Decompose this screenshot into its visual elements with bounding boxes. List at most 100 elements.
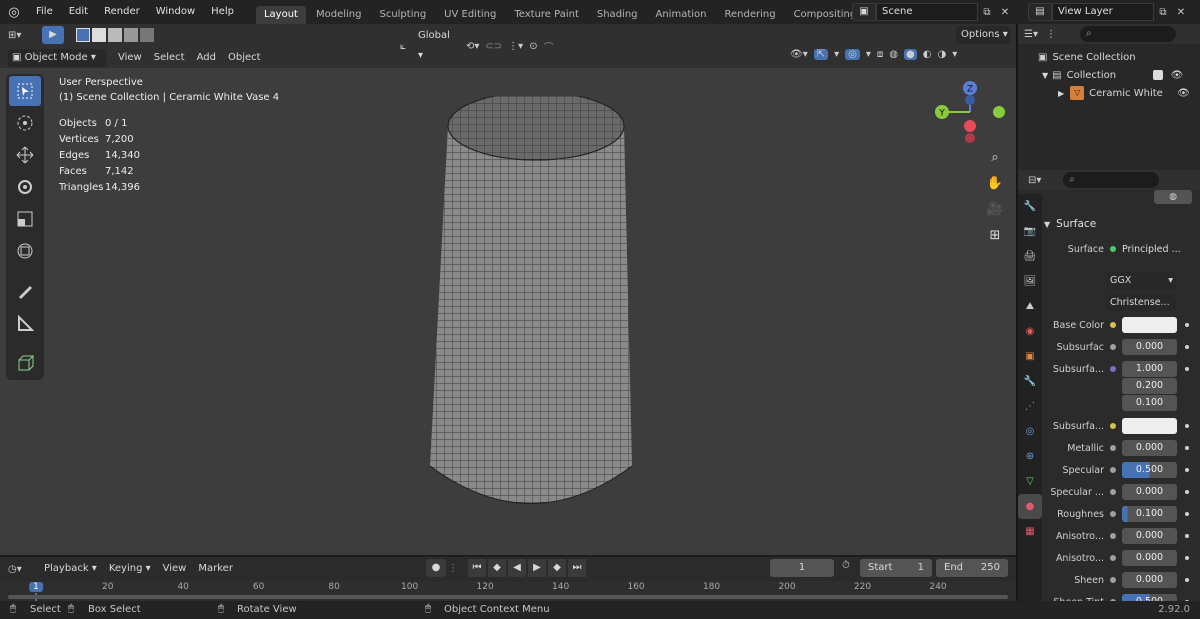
timeline-menu-marker[interactable]: Marker [192, 559, 239, 579]
property-value-field[interactable] [1122, 418, 1177, 434]
tab-animation[interactable]: Animation [648, 6, 715, 24]
camera-view-icon[interactable]: 🎥 [984, 202, 1006, 228]
record-icon[interactable]: ● [426, 559, 446, 577]
visibility-icon[interactable]: 👁▾ [790, 49, 808, 60]
tool-tab-icon[interactable]: 🔧 [1018, 194, 1042, 219]
property-value-field[interactable]: 0.000 [1122, 572, 1177, 588]
output-tab-icon[interactable]: 🖨 [1018, 244, 1042, 269]
timeline-scrollbar[interactable] [8, 595, 1008, 599]
timeline-menu-view[interactable]: View [157, 559, 193, 579]
gizmo-toggle-icon[interactable]: ⇱ [813, 49, 829, 60]
expand-collection-icon[interactable]: ▼ [1042, 71, 1048, 80]
outliner-search-field[interactable]: ⌕ [1079, 26, 1176, 42]
gizmo-dropdown-icon[interactable]: ▾ [834, 49, 839, 60]
remove-view-layer-icon[interactable]: ✕ [1172, 7, 1190, 18]
transform-orientation-dropdown[interactable]: Global ▾ [412, 26, 460, 66]
cursor-tool-icon[interactable] [9, 108, 41, 138]
socket-icon[interactable] [1110, 467, 1116, 473]
object-mode-dropdown[interactable]: ▣ Object Mode ▾ [8, 49, 106, 67]
measure-tool-icon[interactable] [9, 308, 41, 338]
remove-scene-icon[interactable]: ✕ [996, 7, 1014, 18]
keyframe-dot-icon[interactable] [1185, 345, 1189, 349]
outliner-filter-icon[interactable]: ⋮ [1046, 29, 1056, 40]
shading-material-icon[interactable]: ◐ [923, 49, 932, 60]
view-layer-tab-icon[interactable]: 🖼 [1018, 269, 1042, 294]
add-cube-tool-icon[interactable] [9, 348, 41, 378]
modifier-tab-icon[interactable]: 🔧 [1018, 369, 1042, 394]
new-view-layer-icon[interactable]: ⧉ [1154, 7, 1172, 18]
keyframe-dot-icon[interactable] [1185, 490, 1189, 494]
select-intersect-icon[interactable] [140, 28, 154, 42]
viewport-menu-view[interactable]: View [112, 48, 148, 68]
select-invert-icon[interactable] [124, 28, 138, 42]
properties-editor-icon[interactable]: ⊟▾ [1028, 175, 1041, 186]
prev-keyframe-icon[interactable]: ◆ [488, 559, 506, 577]
tab-layout[interactable]: Layout [255, 6, 306, 24]
collection-checkbox-icon[interactable] [1152, 70, 1163, 80]
shading-wireframe-icon[interactable]: ◍ [889, 49, 898, 60]
socket-icon[interactable] [1110, 322, 1116, 328]
socket-icon[interactable] [1110, 445, 1116, 451]
property-value-field[interactable]: 0.000 [1122, 528, 1177, 544]
property-value-field[interactable]: 0.000 [1122, 550, 1177, 566]
tab-modeling[interactable]: Modeling [308, 6, 370, 24]
socket-icon[interactable] [1110, 423, 1116, 429]
texture-tab-icon[interactable]: ▦ [1018, 519, 1042, 544]
viewport-menu-object[interactable]: Object [222, 48, 267, 68]
object-tab-icon[interactable]: ▣ [1018, 344, 1042, 369]
proportional-falloff-icon[interactable]: ⌒ [544, 39, 554, 54]
constraints-tab-icon[interactable]: ⊛ [1018, 444, 1042, 469]
select-tool-icon[interactable]: ▶ [42, 26, 64, 44]
keyframe-dot-icon[interactable] [1185, 556, 1189, 560]
surface-panel-header[interactable]: ▼ Surface [1044, 214, 1198, 234]
viewport-menu-select[interactable]: Select [148, 48, 191, 68]
render-tab-icon[interactable]: 📷 [1018, 219, 1042, 244]
menu-edit[interactable]: Edit [61, 0, 96, 24]
viewport-menu-add[interactable]: Add [191, 48, 222, 68]
tab-rendering[interactable]: Rendering [716, 6, 783, 24]
view-layer-icon[interactable]: ▤ [1028, 3, 1052, 21]
timeline-menu-playback[interactable]: Playback ▾ [38, 559, 103, 579]
next-keyframe-icon[interactable]: ◆ [548, 559, 566, 577]
expand-object-icon[interactable]: ▶ [1058, 89, 1064, 98]
tab-uv-editing[interactable]: UV Editing [436, 6, 504, 24]
timeline-ruler[interactable]: 1 20 40 60 80 100 120 140 160 180 200 220 240 [0, 581, 1016, 601]
outliner-object[interactable]: ▶ ▽ Ceramic White 👁 [1038, 84, 1200, 102]
property-value-field[interactable] [1122, 317, 1177, 333]
menu-render[interactable]: Render [96, 0, 148, 24]
world-tab-icon[interactable]: ◉ [1018, 319, 1042, 344]
socket-icon[interactable] [1110, 344, 1116, 350]
keyframe-dot-icon[interactable] [1185, 512, 1189, 516]
ortho-grid-icon[interactable]: ⊞ [984, 228, 1006, 254]
surface-shader-value[interactable]: Principled ... [1122, 244, 1181, 255]
menu-file[interactable]: File [28, 0, 61, 24]
move-tool-icon[interactable] [9, 140, 41, 170]
tab-texture-paint[interactable]: Texture Paint [506, 6, 587, 24]
shading-rendered-icon[interactable]: ◑ [937, 49, 946, 60]
collapse-surface-icon[interactable]: ▼ [1044, 220, 1050, 229]
overlay-toggle-icon[interactable]: ◎ [845, 49, 860, 60]
new-scene-icon[interactable]: ⧉ [978, 7, 996, 18]
select-box-tool-icon[interactable] [9, 76, 41, 106]
outliner-collection[interactable]: ▼ ▤ Collection 👁 [1038, 66, 1200, 84]
snap-settings-icon[interactable]: ⋮▾ [508, 41, 523, 52]
properties-search-field[interactable]: ⌕ [1063, 172, 1160, 188]
select-extend-icon[interactable] [92, 28, 106, 42]
play-reverse-icon[interactable]: ◀ [508, 559, 526, 577]
tab-sculpting[interactable]: Sculpting [371, 6, 434, 24]
view-layer-field[interactable]: View Layer [1052, 3, 1154, 21]
socket-icon[interactable] [1110, 366, 1116, 372]
property-value-field[interactable]: 0.500 [1122, 462, 1177, 478]
keyframe-dot-icon[interactable] [1185, 446, 1189, 450]
property-value-field[interactable]: 0.200 [1122, 378, 1177, 394]
scene-name-field[interactable]: Scene [876, 3, 978, 21]
snap-icon[interactable]: ⊂⊃ [485, 41, 502, 52]
distribution-dropdown[interactable]: GGX ▾ [1106, 272, 1176, 289]
property-value-field[interactable]: 1.000 [1122, 361, 1177, 377]
subsurface-method-dropdown[interactable]: Christense...▾ [1106, 294, 1176, 325]
proportional-edit-icon[interactable]: ⊙ [529, 41, 537, 52]
socket-icon[interactable] [1110, 555, 1116, 561]
socket-icon[interactable] [1110, 577, 1116, 583]
keyframe-settings-icon[interactable]: ⋮ [448, 563, 458, 574]
select-mode-icons[interactable] [76, 28, 154, 42]
